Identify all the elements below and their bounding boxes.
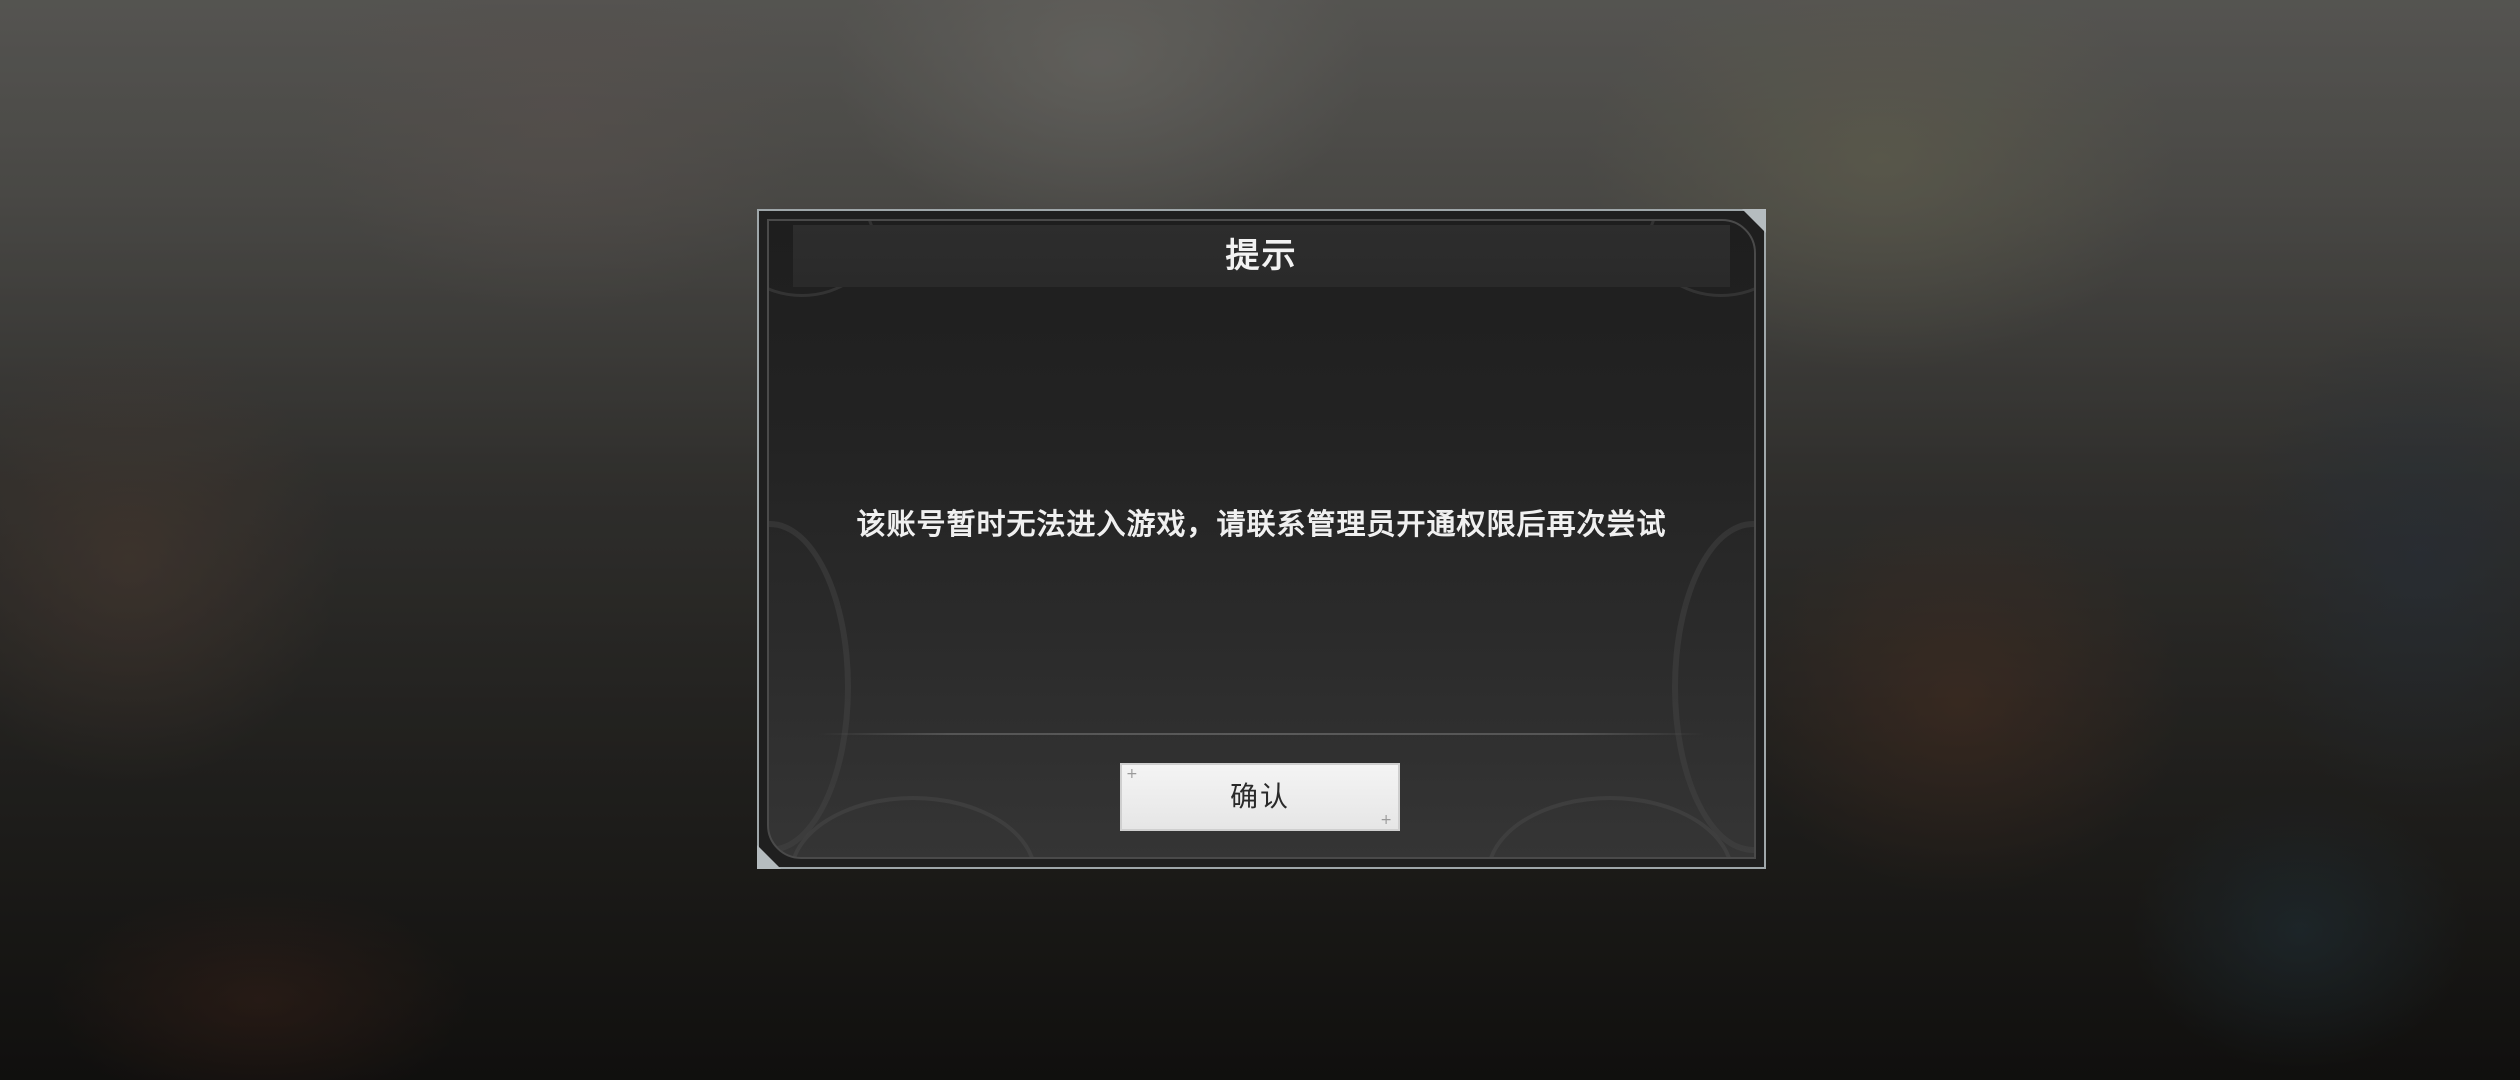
corner-plus-icon: + — [1380, 812, 1394, 828]
dialog-divider — [819, 733, 1704, 735]
dialog-title: 提示 — [1225, 236, 1298, 276]
decorative-ornament-icon — [1672, 521, 1754, 853]
game-background: 提示 该账号暂时无法进入游戏，请联系管理员开通权限后再次尝试 + 确认 + — [0, 0, 2520, 1080]
dialog-message: 该账号暂时无法进入游戏，请联系管理员开通权限后再次尝试 — [856, 507, 1667, 541]
corner-accent-icon — [757, 845, 781, 869]
corner-accent-icon — [1742, 209, 1766, 233]
confirm-button[interactable]: + 确认 + — [1120, 763, 1400, 831]
dialog-title-bar: 提示 — [793, 225, 1730, 287]
corner-plus-icon: + — [1126, 766, 1140, 782]
confirm-button-label: 确认 — [1229, 780, 1290, 813]
decorative-ornament-icon — [769, 521, 851, 853]
